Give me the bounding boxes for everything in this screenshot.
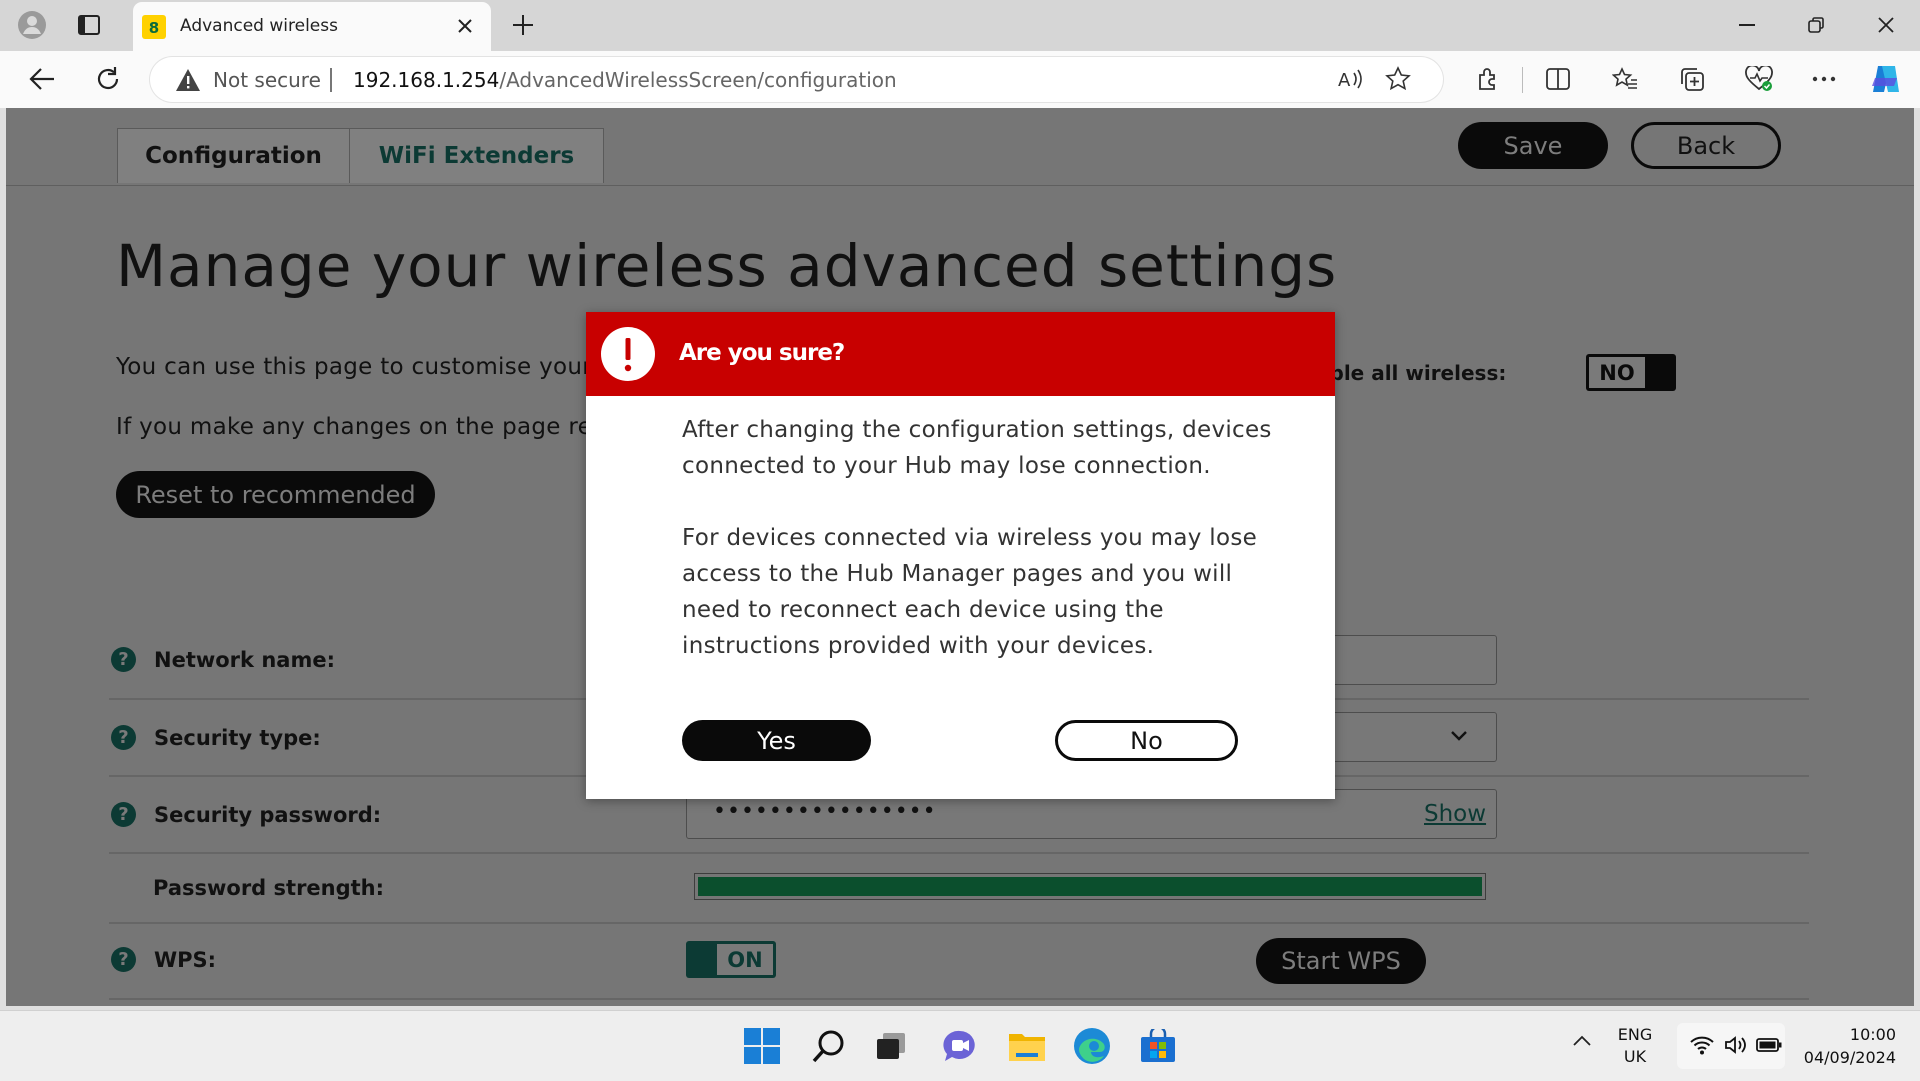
show-password-link[interactable]: Show [1424, 801, 1486, 827]
tab-title: Advanced wireless [180, 16, 338, 36]
row-divider [109, 922, 1809, 924]
toggle-value: NO [1589, 357, 1645, 388]
alert-icon [601, 327, 655, 381]
svg-text:A: A [1338, 70, 1351, 90]
language-indicator[interactable]: ENG UK [1610, 1024, 1660, 1068]
browser-tab-advanced-wireless[interactable]: 8 Advanced wireless [133, 2, 491, 51]
help-icon[interactable]: ? [111, 947, 136, 972]
intro-text-2: If you make any changes on the page rem [116, 414, 615, 440]
volume-icon [1724, 1035, 1748, 1055]
close-tab-icon[interactable] [456, 17, 474, 35]
url-host: 192.168.1.254 [353, 68, 500, 92]
dialog-message-1: After changing the configuration setting… [682, 417, 1272, 479]
intro-text-1: You can use this page to customise your … [116, 354, 619, 380]
url-text[interactable]: 192.168.1.254/AdvancedWirelessScreen/con… [353, 68, 897, 92]
read-aloud-icon[interactable]: A [1332, 61, 1368, 97]
edge-browser-icon[interactable] [1068, 1022, 1116, 1070]
favorites-icon[interactable] [1607, 61, 1643, 97]
tab-actions-icon[interactable] [71, 7, 107, 43]
save-button[interactable]: Save [1458, 122, 1608, 169]
profile-icon[interactable] [14, 7, 50, 43]
help-icon[interactable]: ? [111, 802, 136, 827]
security-label[interactable]: Not secure [213, 68, 321, 92]
toggle-value: ON [717, 944, 773, 975]
page-title: Manage your wireless advanced settings [116, 232, 1338, 300]
taskbar: ENG UK 10:00 04/09/2024 [0, 1010, 1920, 1081]
chevron-up-icon[interactable] [1572, 1035, 1592, 1047]
row-divider [109, 998, 1809, 1000]
file-explorer-icon[interactable] [1003, 1022, 1051, 1070]
password-strength-fill [698, 877, 1482, 896]
browser-toolbar: Not secure 192.168.1.254/AdvancedWireles… [0, 51, 1920, 108]
tab-strip: 8 Advanced wireless [0, 0, 1920, 51]
close-window-icon[interactable] [1868, 7, 1904, 43]
wifi-icon [1690, 1035, 1714, 1055]
back-button[interactable]: Back [1631, 122, 1781, 169]
dialog-message-2: For devices connected via wireless you m… [682, 525, 1258, 659]
restore-icon[interactable] [1798, 7, 1834, 43]
favicon: 8 [142, 15, 166, 39]
password-strength-meter [694, 873, 1486, 900]
collections-icon[interactable] [1674, 61, 1710, 97]
system-tray[interactable] [1677, 1023, 1785, 1069]
search-icon[interactable] [805, 1022, 853, 1070]
split-screen-icon[interactable] [1540, 61, 1576, 97]
no-button[interactable]: No [1055, 720, 1238, 761]
refresh-icon[interactable] [90, 61, 126, 97]
microsoft-store-icon[interactable] [1134, 1022, 1182, 1070]
teams-chat-icon[interactable] [936, 1022, 984, 1070]
yes-button[interactable]: Yes [682, 720, 871, 761]
tab-baseline [6, 185, 1914, 186]
password-strength-label: Password strength: [153, 876, 385, 900]
tab-wifi-extenders[interactable]: WiFi Extenders [349, 128, 604, 183]
address-bar[interactable]: Not secure 192.168.1.254/AdvancedWireles… [150, 57, 1443, 102]
security-type-label: Security type: [154, 726, 321, 750]
reset-to-recommended-button[interactable]: Reset to recommended [116, 471, 435, 518]
url-path: /AdvancedWirelessScreen/configuration [499, 68, 897, 92]
help-icon[interactable]: ? [111, 647, 136, 672]
dialog-body: After changing the configuration setting… [682, 412, 1282, 700]
new-tab-icon[interactable] [505, 7, 541, 43]
favorite-star-icon[interactable] [1380, 61, 1416, 97]
dialog-title: Are you sure? [679, 340, 845, 366]
minimize-icon[interactable] [1729, 7, 1765, 43]
disable-all-wireless-label: able all wireless: [1316, 361, 1507, 385]
password-value: •••••••••••••••• [713, 799, 937, 824]
toolbar-divider [1522, 67, 1523, 93]
start-wps-button[interactable]: Start WPS [1256, 938, 1426, 984]
clock[interactable]: 10:00 04/09/2024 [1790, 1023, 1896, 1069]
language-region: UK [1623, 1047, 1647, 1066]
confirm-dialog: Are you sure? After changing the configu… [586, 312, 1335, 799]
network-name-label: Network name: [154, 648, 335, 672]
more-icon[interactable] [1806, 61, 1842, 97]
clock-time: 10:00 [1849, 1025, 1896, 1044]
help-icon[interactable]: ? [111, 725, 136, 750]
disable-wireless-toggle[interactable]: NO [1586, 354, 1676, 391]
dialog-header: Are you sure? [586, 312, 1335, 396]
extensions-icon[interactable] [1470, 61, 1506, 97]
wps-toggle[interactable]: ON [686, 941, 776, 978]
chevron-down-icon [1450, 730, 1468, 742]
warning-icon [175, 68, 201, 92]
browser-essentials-icon[interactable] [1741, 61, 1777, 97]
battery-icon [1756, 1037, 1782, 1053]
security-password-label: Security password: [154, 803, 382, 827]
tab-configuration[interactable]: Configuration [117, 128, 350, 183]
windows-start-icon[interactable] [738, 1022, 786, 1070]
wps-label: WPS: [154, 948, 217, 972]
back-icon[interactable] [24, 61, 60, 97]
omnibox-divider [330, 68, 332, 92]
clock-date: 04/09/2024 [1803, 1048, 1896, 1067]
copilot-icon[interactable] [1868, 61, 1904, 97]
row-divider [109, 852, 1809, 854]
task-view-icon[interactable] [867, 1022, 915, 1070]
svg-text:8: 8 [149, 19, 159, 37]
language-code: ENG [1617, 1025, 1653, 1044]
